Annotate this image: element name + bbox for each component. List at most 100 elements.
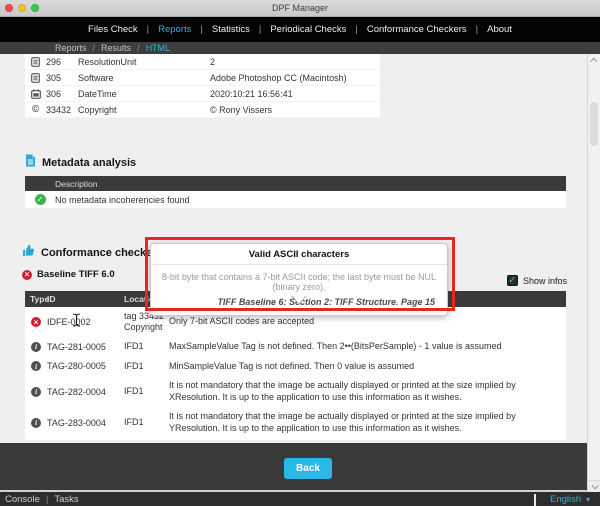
tag-value: 2020:10:21 16:56:41 [210, 89, 380, 99]
implementation-row: × Baseline TIFF 6.0 [22, 269, 115, 280]
section-title: Metadata analysis [42, 157, 136, 169]
info-icon: i [25, 387, 47, 397]
scrollbar-thumb[interactable] [590, 102, 598, 146]
tag-name: Copyright [78, 105, 210, 115]
nav-item-periodical-checks[interactable]: Periodical Checks [270, 24, 346, 35]
nav-item-reports[interactable]: Reports [158, 24, 191, 35]
column-header-type: Type [25, 294, 47, 304]
breadcrumb-results[interactable]: Results [101, 43, 131, 53]
rule-tooltip: Valid ASCII characters 8-bit byte that c… [150, 243, 448, 316]
rule-id: TAG-280-0005 [47, 361, 124, 371]
tag-name: ResolutionUnit [78, 57, 210, 67]
section-title: Conformance checker [41, 247, 157, 259]
implementation-name: Baseline TIFF 6.0 [37, 269, 115, 280]
table-row: © 33432 Copyright © Rony Vissers [25, 102, 380, 118]
tag-id: 296 [46, 57, 78, 67]
table-row: 306 DateTime 2020:10:21 16:56:41 [25, 86, 380, 102]
scroll-down-button[interactable] [588, 480, 600, 492]
status-bar: Console | Tasks English ▾ [0, 490, 600, 506]
language-label: English [550, 494, 581, 505]
nav-separator: | [259, 24, 261, 35]
metadata-result-text: No metadata incoherencies found [55, 195, 190, 205]
tag-table: 296 ResolutionUnit 2 305 Software Adobe … [25, 54, 380, 118]
column-header-id: ID [47, 294, 124, 304]
rule-id: TAG-282-0004 [47, 387, 124, 397]
rule-location: IFD1 [124, 386, 169, 397]
copyright-icon: © [25, 104, 46, 115]
tooltip-body: 8-bit byte that contains a 7-bit ASCII c… [151, 265, 447, 315]
tooltip-caret [292, 295, 306, 303]
nav-item-about[interactable]: About [487, 24, 512, 35]
breadcrumb-html[interactable]: HTML [146, 43, 171, 53]
rule-id: TAG-283-0004 [47, 418, 124, 428]
metadata-table-body: ✓ No metadata incoherencies found [25, 191, 566, 208]
zoom-window-button[interactable] [31, 4, 39, 12]
tag-id: 33432 [46, 105, 78, 115]
main-nav: Files Check | Reports | Statistics | Per… [0, 17, 600, 42]
console-button[interactable]: Console [5, 494, 40, 505]
language-selector[interactable]: English ▾ [550, 492, 590, 506]
table-row[interactable]: i TAG-281-0005 IFD1 MaxSampleValue Tag i… [25, 337, 566, 357]
list-icon [25, 57, 46, 67]
rule-description: MinSampleValue Tag is not defined. Then … [169, 361, 566, 373]
error-icon: × [22, 270, 32, 280]
minimize-window-button[interactable] [18, 4, 26, 12]
chevron-down-icon: ▾ [586, 495, 590, 504]
tag-name: DateTime [78, 89, 210, 99]
footer-band: Back [0, 443, 600, 490]
show-infos-checkbox[interactable]: ✓ [507, 275, 518, 286]
nav-separator: | [476, 24, 478, 35]
breadcrumb-reports[interactable]: Reports [55, 43, 87, 53]
tag-value: 2 [210, 57, 380, 67]
document-icon [25, 154, 36, 172]
rule-description: Only 7-bit ASCII codes are accepted [169, 316, 566, 328]
metadata-analysis-heading: Metadata analysis [25, 154, 136, 172]
close-window-button[interactable] [5, 4, 13, 12]
tag-name: Software [78, 73, 210, 83]
info-icon: i [25, 342, 47, 352]
tag-value: © Rony Vissers [210, 105, 380, 115]
rule-location: IFD1 [124, 341, 169, 352]
nav-item-files-check[interactable]: Files Check [88, 24, 138, 35]
breadcrumb-separator: / [137, 43, 140, 53]
metadata-table-header: Description [25, 176, 566, 191]
nav-item-statistics[interactable]: Statistics [212, 24, 250, 35]
status-bar-left: Console | Tasks [0, 494, 79, 505]
tasks-button[interactable]: Tasks [54, 494, 78, 505]
tag-value: Adobe Photoshop CC (Macintosh) [210, 73, 380, 83]
tag-id: 305 [46, 73, 78, 83]
nav-separator: | [200, 24, 202, 35]
rule-id: TAG-281-0005 [47, 342, 124, 352]
divider [534, 494, 536, 506]
rule-description: It is not mandatory that the image be ac… [169, 380, 566, 403]
table-row: ✓ No metadata incoherencies found [25, 191, 566, 208]
nav-separator: | [355, 24, 357, 35]
column-header-description: Description [25, 179, 98, 189]
table-row[interactable]: i TAG-280-0005 IFD1 MinSampleValue Tag i… [25, 357, 566, 377]
nav-item-conformance-checkers[interactable]: Conformance Checkers [367, 24, 467, 35]
table-row[interactable]: i TAG-282-0004 IFD1 It is not mandatory … [25, 376, 566, 407]
metadata-table: Description ✓ No metadata incoherencies … [25, 176, 566, 208]
vertical-scrollbar[interactable] [587, 54, 600, 492]
nav-separator: | [147, 24, 149, 35]
breadcrumb-separator: / [93, 43, 96, 53]
table-row[interactable]: i TAG-283-0004 IFD1 It is not mandatory … [25, 407, 566, 438]
rule-id: IDFE-0002 [47, 317, 124, 327]
breadcrumb: Reports / Results / HTML [0, 42, 600, 54]
rule-description: It is not mandatory that the image be ac… [169, 411, 566, 434]
rule-location: IFD1 [124, 417, 169, 428]
rule-description: MaxSampleValue Tag is not defined. Then … [169, 341, 566, 353]
scroll-up-button[interactable] [588, 54, 600, 66]
thumbs-up-icon [22, 244, 35, 262]
info-icon: i [25, 418, 47, 428]
back-button[interactable]: Back [284, 458, 332, 479]
conformance-checker-heading: Conformance checker [22, 244, 157, 262]
rule-location: IFD1 [124, 361, 169, 372]
chevron-up-icon [590, 57, 597, 64]
tag-id: 306 [46, 89, 78, 99]
tooltip-title: Valid ASCII characters [151, 244, 447, 265]
chevron-down-icon [592, 482, 599, 489]
success-icon: ✓ [25, 194, 55, 205]
calendar-icon [25, 89, 46, 99]
table-row: 296 ResolutionUnit 2 [25, 54, 380, 70]
